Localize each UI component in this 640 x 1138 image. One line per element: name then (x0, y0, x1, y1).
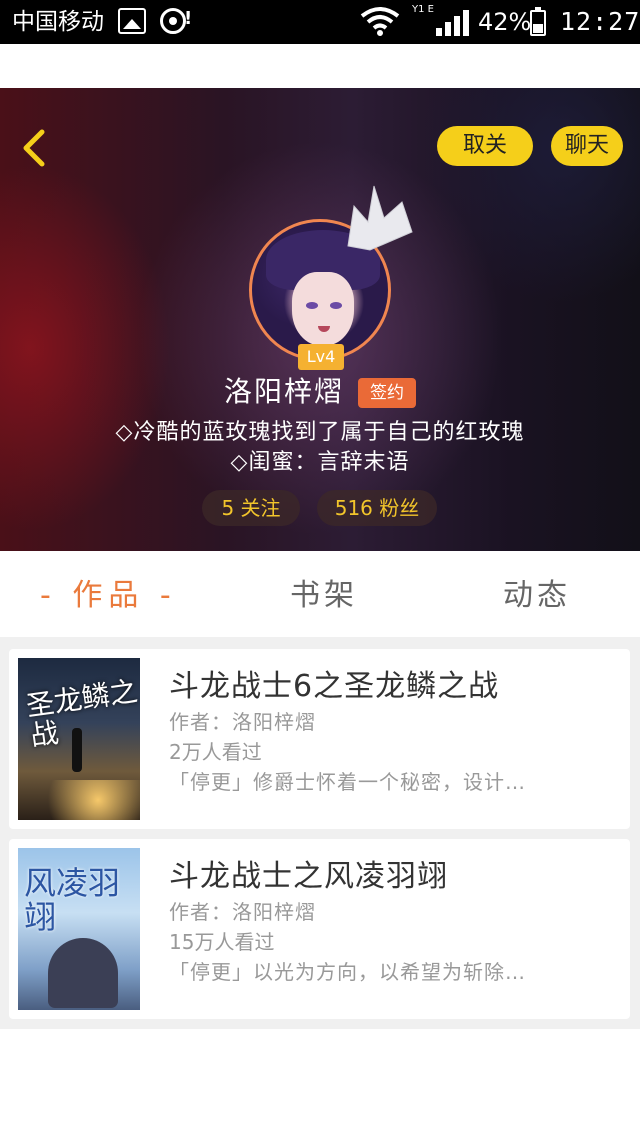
fans-count[interactable]: 516 粉丝 (317, 490, 437, 526)
gallery-notification-icon (118, 8, 146, 34)
user-name: 洛阳梓熠 (224, 375, 345, 408)
bio-line: ◇闺蜜：言辞末语 (230, 450, 410, 475)
battery-icon (530, 7, 546, 36)
user-bio: ◇冷酷的蓝玫瑰找到了属于自己的红玫瑰 ◇闺蜜：言辞末语 (0, 418, 640, 478)
crown-icon (347, 185, 413, 251)
status-bar: 中国移动 ! Y1 E 42% 12:27 (0, 0, 640, 44)
profile-page: 中国移动 ! Y1 E 42% 12:27 取关 聊天 Lv4 洛阳梓熠 签约 … (0, 0, 640, 1138)
book-title[interactable]: 斗龙战士之风凌羽翊 (169, 855, 448, 899)
cover-title: 圣龙鳞之战 (24, 674, 140, 753)
book-read-count: 15万人看过 (169, 930, 275, 954)
tab-works[interactable]: - 作品 - (40, 575, 177, 617)
book-cover[interactable]: 风凌羽翊 (18, 848, 140, 1010)
tab-feed[interactable]: 动态 (503, 575, 571, 617)
book-list: 圣龙鳞之战 斗龙战士6之圣龙鳞之战 作者：洛阳梓熠 2万人看过 「停更」修爵士怀… (0, 649, 640, 1029)
alert-icon: ! (184, 8, 193, 29)
signed-author-badge: 签约 (358, 378, 416, 408)
cover-title: 风凌羽翊 (24, 864, 121, 936)
avatar-face (292, 272, 354, 346)
cover-art (18, 780, 140, 820)
chat-button[interactable]: 聊天 (551, 126, 623, 166)
signal-strength-icon (436, 10, 470, 36)
bio-line: ◇冷酷的蓝玫瑰找到了属于自己的红玫瑰 (115, 420, 525, 445)
following-count[interactable]: 5 关注 (202, 490, 300, 526)
wifi-icon (360, 7, 400, 36)
book-card[interactable]: 风凌羽翊 斗龙战士之风凌羽翊 作者：洛阳梓熠 15万人看过 「停更」以光为方向，… (9, 839, 630, 1019)
tab-bookshelf[interactable]: 书架 (290, 575, 358, 617)
book-author: 作者：洛阳梓熠 (169, 900, 316, 924)
level-badge: Lv4 (298, 344, 344, 370)
profile-header: 取关 聊天 Lv4 洛阳梓熠 签约 ◇冷酷的蓝玫瑰找到了属于自己的红玫瑰 ◇闺蜜… (0, 88, 640, 551)
media-notification-icon (160, 8, 186, 34)
carrier-name: 中国移动 (12, 9, 104, 35)
section-divider (0, 637, 640, 649)
book-card[interactable]: 圣龙鳞之战 斗龙战士6之圣龙鳞之战 作者：洛阳梓熠 2万人看过 「停更」修爵士怀… (9, 649, 630, 829)
chevron-left-icon[interactable] (18, 126, 54, 170)
cover-art (48, 938, 118, 1008)
avatar-eye (306, 302, 318, 309)
network-type-label: Y1 E (412, 4, 434, 15)
book-description: 「停更」以光为方向，以希望为斩除… (169, 960, 526, 984)
book-description: 「停更」修爵士怀着一个秘密，设计… (169, 770, 526, 794)
book-cover[interactable]: 圣龙鳞之战 (18, 658, 140, 820)
profile-tabs: - 作品 - 书架 动态 (0, 551, 640, 641)
book-author: 作者：洛阳梓熠 (169, 710, 316, 734)
clock: 12:27 (560, 7, 640, 36)
book-read-count: 2万人看过 (169, 740, 262, 764)
battery-percentage: 42% (478, 8, 532, 36)
unfollow-button[interactable]: 取关 (437, 126, 533, 166)
avatar-eye (330, 302, 342, 309)
book-title[interactable]: 斗龙战士6之圣龙鳞之战 (169, 665, 499, 709)
